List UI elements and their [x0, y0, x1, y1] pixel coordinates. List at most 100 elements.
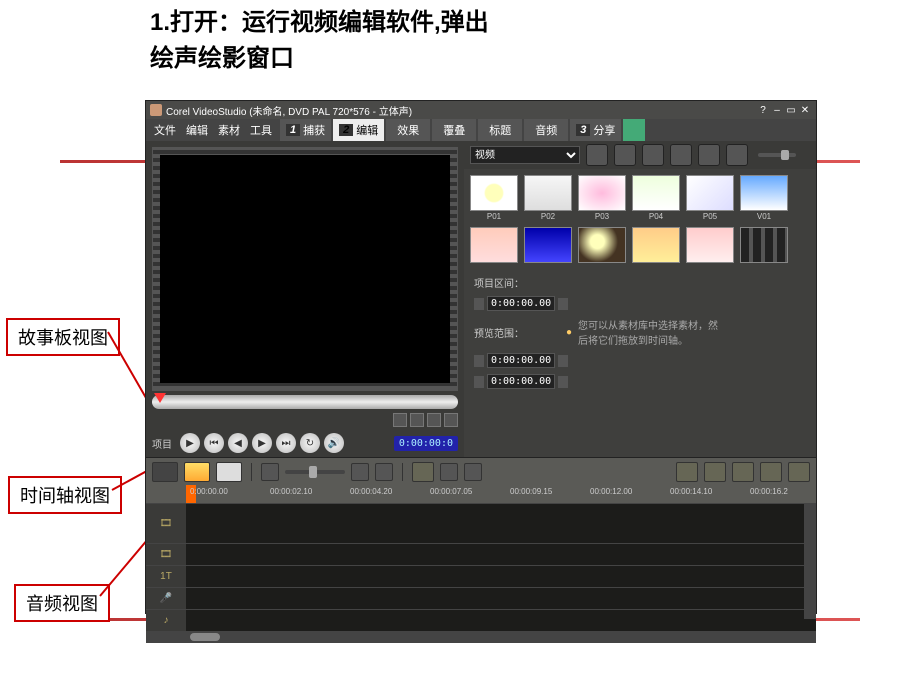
voice-track[interactable]: 🎤 — [146, 587, 816, 609]
go-start-button[interactable]: ⏮ — [204, 433, 224, 453]
duration-spinner[interactable]: 0:00:00.00 — [474, 296, 568, 311]
timeline-ruler[interactable]: 0:00:00.00 00:00:02.10 00:00:04.20 00:00… — [146, 485, 816, 503]
vertical-scrollbar[interactable] — [804, 503, 816, 619]
library-opt3-button[interactable] — [726, 144, 748, 166]
title-track-head[interactable]: 1T — [146, 566, 186, 587]
video-track[interactable]: 🎞 — [146, 503, 816, 543]
close-button[interactable]: ✕ — [798, 105, 812, 116]
music-track-head[interactable]: ♪ — [146, 610, 186, 631]
preview-mode-label[interactable]: 项目 — [152, 436, 172, 451]
preview-timecode[interactable]: 0:00:00:0 — [394, 436, 458, 451]
duration-icon — [474, 298, 484, 310]
insert-media-button[interactable] — [412, 462, 434, 482]
tab-title[interactable]: 标题 — [478, 119, 522, 141]
preview-monitor[interactable] — [152, 147, 458, 391]
reel-icon[interactable] — [623, 119, 645, 141]
library-thumb[interactable]: P04 — [632, 175, 680, 221]
overlay-track[interactable]: 🎞 — [146, 543, 816, 565]
music-track[interactable]: ♪ — [146, 609, 816, 631]
mark-in-button[interactable] — [393, 413, 407, 427]
multi-trim-button[interactable] — [788, 462, 810, 482]
volume-button[interactable]: 🔊 — [324, 433, 344, 453]
zoom-out-button[interactable] — [261, 463, 279, 481]
mark-in-value[interactable]: 0:00:00.00 — [487, 353, 555, 368]
thumb-image — [470, 227, 518, 263]
menu-clip[interactable]: 素材 — [218, 122, 240, 138]
step-share-label: 分享 — [593, 122, 615, 138]
prev-frame-button[interactable]: ◀ — [228, 433, 248, 453]
library-thumb[interactable]: P05 — [686, 175, 734, 221]
storyboard-view-button[interactable] — [152, 462, 178, 482]
library-thumb[interactable] — [686, 227, 734, 263]
spinner-up-icon[interactable] — [558, 376, 568, 388]
repeat-button[interactable]: ↻ — [300, 433, 320, 453]
maximize-button[interactable]: ▭ — [784, 105, 798, 116]
library-thumb[interactable] — [740, 227, 788, 263]
zoom-in-button[interactable] — [351, 463, 369, 481]
fit-window-button[interactable] — [375, 463, 393, 481]
timeline-toolbar — [146, 457, 816, 485]
library-thumb[interactable] — [578, 227, 626, 263]
help-button[interactable]: ? — [756, 105, 770, 116]
audio-view-button[interactable] — [216, 462, 242, 482]
next-frame-button[interactable]: ▶ — [252, 433, 272, 453]
seek-marker-icon[interactable] — [154, 393, 166, 405]
menu-file[interactable]: 文件 — [154, 122, 176, 138]
step-edit[interactable]: 2 编辑 — [333, 119, 384, 141]
horizontal-scrollbar[interactable] — [146, 631, 816, 643]
voice-track-head[interactable]: 🎤 — [146, 588, 186, 609]
step-capture[interactable]: 1 捕获 — [280, 119, 331, 141]
painting-creator-button[interactable] — [732, 462, 754, 482]
library-thumb[interactable] — [524, 227, 572, 263]
thumb-image — [524, 227, 572, 263]
library-thumb[interactable] — [470, 227, 518, 263]
open-folder-button[interactable] — [586, 144, 608, 166]
mark-in-icon — [474, 355, 484, 367]
overlay-track-head[interactable]: 🎞 — [146, 544, 186, 565]
tab-audio[interactable]: 音频 — [524, 119, 568, 141]
dv-quickscan-button[interactable] — [760, 462, 782, 482]
library-thumb[interactable]: P01 — [470, 175, 518, 221]
seek-bar[interactable] — [152, 395, 458, 409]
spinner-up-icon[interactable] — [558, 355, 568, 367]
zoom-slider[interactable] — [285, 470, 345, 474]
batch-convert-button[interactable] — [704, 462, 726, 482]
duration-value[interactable]: 0:00:00.00 — [487, 296, 555, 311]
video-track-head[interactable]: 🎞 — [146, 504, 186, 543]
mark-out-spinner[interactable]: 0:00:00.00 — [474, 374, 568, 389]
manage-button[interactable] — [642, 144, 664, 166]
step-share[interactable]: 3 分享 — [570, 119, 621, 141]
mark-out-button[interactable] — [410, 413, 424, 427]
mark-in-spinner[interactable]: 0:00:00.00 — [474, 353, 568, 368]
library-zoom-slider[interactable] — [758, 153, 796, 157]
film-icon: 🎞 — [160, 518, 173, 529]
library-thumb[interactable]: P03 — [578, 175, 626, 221]
menu-tool[interactable]: 工具 — [250, 122, 272, 138]
tab-overlay[interactable]: 覆叠 — [432, 119, 476, 141]
library-thumb[interactable]: P02 — [524, 175, 572, 221]
library-opt2-button[interactable] — [698, 144, 720, 166]
bulb-icon: ● — [566, 327, 572, 338]
spinner-up-icon[interactable] — [558, 298, 568, 310]
library-category-select[interactable]: 视频 — [470, 146, 580, 164]
redo-button[interactable] — [464, 463, 482, 481]
scrollbar-thumb[interactable] — [190, 633, 220, 641]
go-end-button[interactable]: ⏭ — [276, 433, 296, 453]
library-thumb[interactable]: V01 — [740, 175, 788, 221]
smart-proxy-button[interactable] — [676, 462, 698, 482]
split-button[interactable] — [427, 413, 441, 427]
library-opt1-button[interactable] — [670, 144, 692, 166]
play-button[interactable]: ▶ — [180, 433, 200, 453]
step-capture-label: 捕获 — [303, 122, 325, 138]
timeline-view-button[interactable] — [184, 462, 210, 482]
mark-out-value[interactable]: 0:00:00.00 — [487, 374, 555, 389]
library-thumb[interactable] — [632, 227, 680, 263]
tab-effect[interactable]: 效果 — [386, 119, 430, 141]
titlebar[interactable]: Corel VideoStudio (未命名, DVD PAL 720*576 … — [146, 101, 816, 119]
sort-button[interactable] — [614, 144, 636, 166]
title-track[interactable]: 1T — [146, 565, 816, 587]
menu-edit[interactable]: 编辑 — [186, 122, 208, 138]
enlarge-button[interactable] — [444, 413, 458, 427]
minimize-button[interactable]: – — [770, 105, 784, 116]
undo-button[interactable] — [440, 463, 458, 481]
